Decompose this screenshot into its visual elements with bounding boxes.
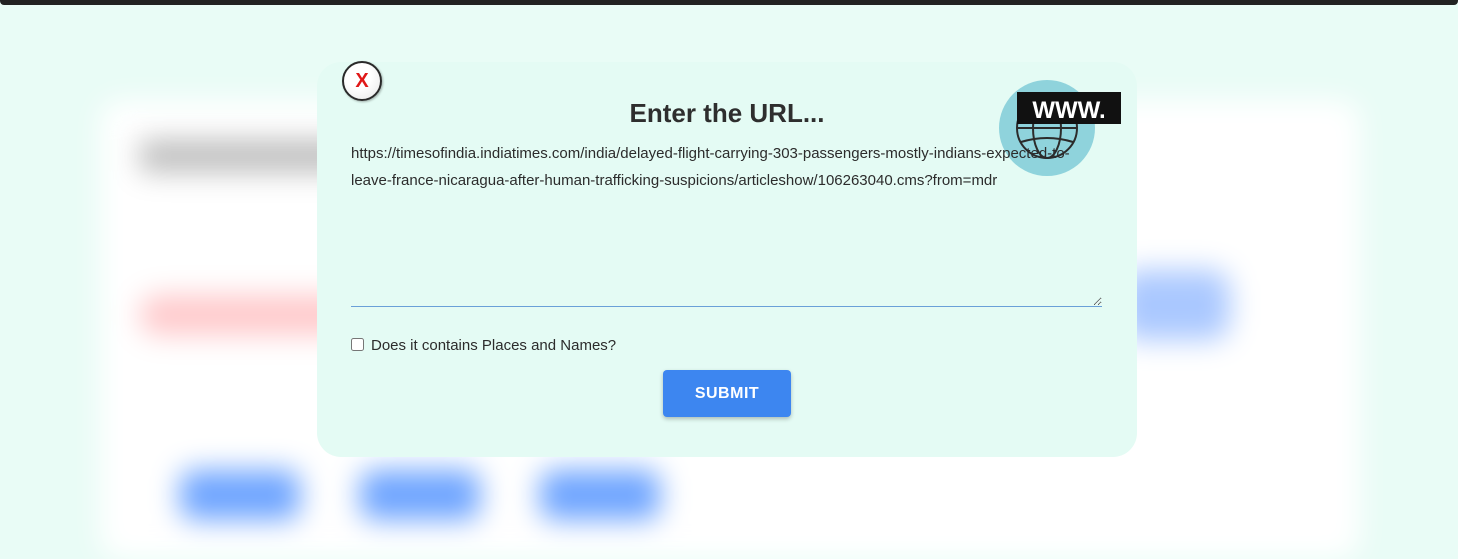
places-names-checkbox[interactable] — [351, 338, 364, 351]
background-button — [540, 470, 660, 520]
url-textarea[interactable] — [351, 140, 1102, 307]
background-button — [360, 470, 480, 520]
close-icon: X — [355, 69, 369, 92]
places-names-label[interactable]: Does it contains Places and Names? — [371, 337, 616, 354]
close-button[interactable]: X — [342, 61, 382, 101]
background-button — [180, 470, 300, 520]
www-logo-text: WWW. — [1032, 97, 1105, 124]
window-top-bar — [0, 0, 1458, 5]
submit-button[interactable]: SUBMIT — [663, 370, 791, 417]
